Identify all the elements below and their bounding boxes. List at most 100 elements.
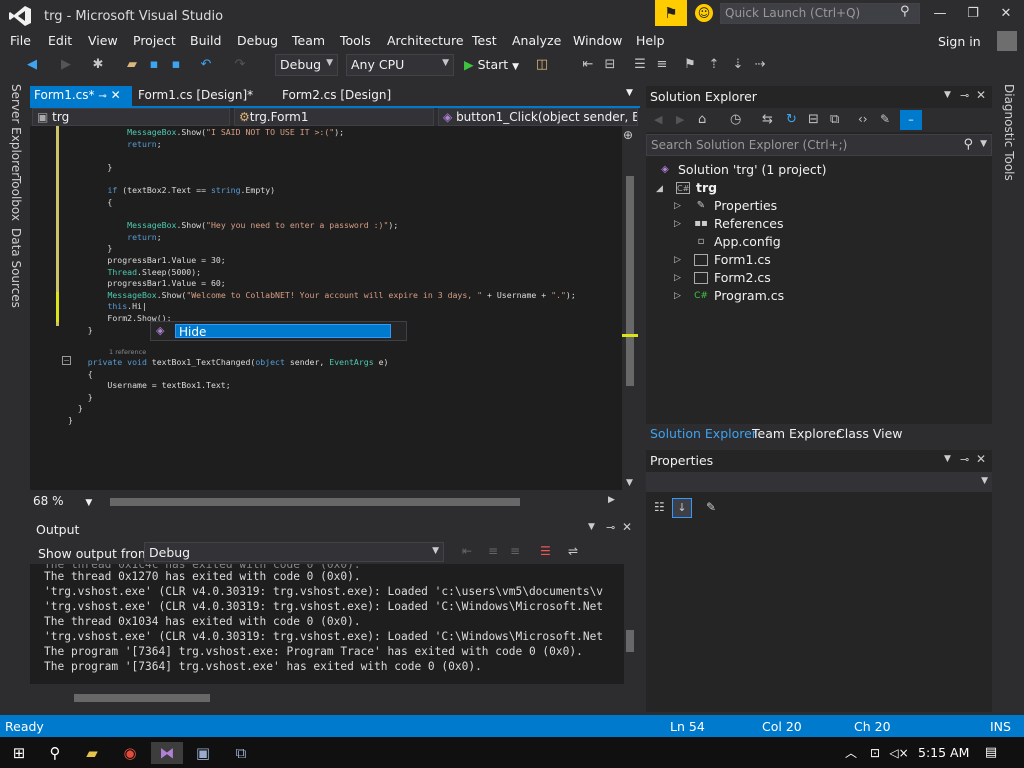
prev-bookmark-icon[interactable]: ⇡ [706, 57, 722, 73]
output-text[interactable]: The thread 0x1c4c has exited with code 0… [30, 564, 624, 684]
notifications-flag-icon[interactable]: ⚑ [655, 0, 687, 26]
visual-studio-taskbar-icon[interactable]: ⧓ [151, 742, 183, 764]
app-taskbar-icon[interactable]: ▣ [192, 742, 214, 764]
tab-class-view[interactable]: Class View [836, 426, 903, 441]
tab-form1-design[interactable]: Form1.cs [Design]* [134, 86, 257, 106]
alphabetical-icon[interactable]: ↓ [672, 498, 692, 518]
save-all-icon[interactable]: ▪ [168, 57, 184, 73]
collapse-toggle-icon[interactable]: − [62, 356, 71, 365]
menu-debug[interactable]: Debug [237, 33, 278, 48]
tree-item-references[interactable]: References [714, 216, 783, 231]
expand-arrow-icon[interactable]: ▷ [674, 273, 681, 283]
search-icon[interactable]: ⚲ [44, 742, 66, 764]
back-icon[interactable]: ◀ [654, 113, 662, 126]
quick-launch-input[interactable]: Quick Launch (Ctrl+Q) [720, 3, 920, 24]
tree-item-properties[interactable]: Properties [714, 198, 777, 213]
horizontal-scroll-thumb[interactable] [110, 498, 520, 506]
expand-arrow-icon[interactable]: ▷ [674, 219, 681, 229]
step-icon[interactable]: ⇤ [580, 57, 596, 73]
configuration-dropdown[interactable]: Debug ▼ [275, 54, 338, 76]
class-dropdown[interactable]: ⚙trg.Form1 [234, 108, 434, 126]
solution-search-input[interactable]: Search Solution Explorer (Ctrl+;) ⚲ ▼ [646, 134, 992, 156]
pin-icon[interactable]: ⊸ [606, 521, 615, 534]
close-button[interactable]: ✕ [993, 6, 1019, 24]
expand-arrow-icon[interactable]: ▷ [674, 291, 681, 301]
prev-message-icon[interactable]: ≡ [488, 544, 498, 558]
refresh-icon[interactable]: ↻ [786, 112, 797, 127]
property-pages-icon[interactable]: ✎ [706, 500, 716, 514]
show-hidden-icons-icon[interactable]: ︿ [840, 742, 862, 764]
windows-start-icon[interactable]: ⊞ [8, 742, 30, 764]
intellisense-popup[interactable]: ◈ Hide [150, 321, 407, 341]
redo-icon[interactable]: ↷ [232, 57, 248, 73]
split-icon[interactable]: ⊕ [623, 128, 633, 142]
menu-team[interactable]: Team [292, 33, 325, 48]
pin-icon[interactable]: ⊸ [960, 89, 969, 102]
find-message-icon[interactable]: ⇤ [462, 544, 472, 558]
app-taskbar-icon[interactable]: ⧉ [230, 742, 252, 764]
editor-vertical-scrollbar[interactable]: ⊕ ▼ [622, 126, 638, 490]
tree-item-form2[interactable]: Form2.cs [714, 270, 771, 285]
expand-arrow-icon[interactable]: ◢ [656, 184, 663, 194]
comment-icon[interactable]: ⊟ [602, 57, 618, 73]
minimize-button[interactable]: — [927, 6, 953, 24]
tab-form1-cs[interactable]: Form1.cs* ⊸ ✕ [30, 86, 132, 106]
chrome-icon[interactable]: ◉ [119, 742, 141, 764]
close-tab-icon[interactable]: ✕ [111, 88, 121, 102]
collapse-all-icon[interactable]: ⊟ [808, 112, 819, 127]
menu-test[interactable]: Test [472, 33, 497, 48]
chevron-down-icon[interactable]: ▼ [944, 90, 951, 100]
expand-arrow-icon[interactable]: ▷ [674, 255, 681, 265]
project-dropdown[interactable]: ▣ trg [32, 108, 230, 126]
pin-icon[interactable]: ⊸ [98, 91, 106, 102]
back-icon[interactable]: ◀ [24, 57, 40, 73]
account-avatar-icon[interactable] [997, 31, 1017, 51]
tab-form2-design[interactable]: Form2.cs [Design] [278, 86, 395, 106]
categorized-icon[interactable]: ☷ [654, 500, 665, 514]
close-icon[interactable]: ✕ [976, 452, 986, 466]
menu-project[interactable]: Project [133, 33, 176, 48]
preview-selected-icon[interactable]: – [900, 110, 922, 130]
menu-tools[interactable]: Tools [340, 33, 371, 48]
file-explorer-icon[interactable]: ▰ [81, 742, 103, 764]
clear-all-icon[interactable]: ☰ [540, 544, 551, 558]
volume-icon[interactable]: ◁× [888, 742, 910, 764]
scroll-right-icon[interactable]: ▶ [608, 495, 615, 505]
network-icon[interactable]: ⊡ [864, 742, 886, 764]
close-icon[interactable]: ✕ [976, 88, 986, 102]
menu-window[interactable]: Window [573, 33, 622, 48]
show-all-files-icon[interactable]: ⧉ [830, 112, 839, 127]
taskbar-clock[interactable]: 5:15 AM [918, 745, 969, 760]
menu-analyze[interactable]: Analyze [512, 33, 561, 48]
next-message-icon[interactable]: ≡ [510, 544, 520, 558]
word-wrap-icon[interactable]: ⇌ [568, 544, 578, 558]
tab-team-explorer[interactable]: Team Explorer [752, 426, 841, 441]
clear-bookmarks-icon[interactable]: ⇢ [752, 57, 768, 73]
tab-overflow-icon[interactable]: ▼ [622, 86, 637, 106]
feedback-smiley-icon[interactable]: ☺ [695, 4, 713, 22]
indent-icon[interactable]: ≡ [654, 57, 670, 73]
open-file-icon[interactable]: ▰ [124, 57, 140, 73]
tree-item-program[interactable]: Program.cs [714, 288, 784, 303]
toolbox-tab[interactable]: Toolbox [9, 176, 23, 221]
properties-wrench-icon[interactable]: ✎ [880, 112, 890, 126]
pending-changes-icon[interactable]: ◷ [730, 112, 741, 127]
reference-count[interactable]: 1 reference [109, 348, 146, 356]
solution-node[interactable]: Solution 'trg' (1 project) [678, 162, 827, 177]
menu-help[interactable]: Help [636, 33, 665, 48]
chevron-down-icon[interactable]: ▼ [944, 454, 951, 464]
tab-solution-explorer[interactable]: Solution Explorer [650, 426, 757, 441]
scroll-thumb[interactable] [626, 176, 634, 386]
code-text-area[interactable]: MessageBox.Show("I SAID NOT TO USE IT >:… [68, 126, 618, 490]
undo-icon[interactable]: ↶ [198, 57, 214, 73]
pin-icon[interactable]: ⊸ [960, 453, 969, 466]
menu-edit[interactable]: Edit [48, 33, 72, 48]
menu-architecture[interactable]: Architecture [387, 33, 464, 48]
next-bookmark-icon[interactable]: ⇣ [730, 57, 746, 73]
platform-dropdown[interactable]: Any CPU ▼ [346, 54, 454, 76]
action-center-icon[interactable]: ▤ [980, 742, 1002, 764]
sign-in-link[interactable]: Sign in [938, 34, 981, 49]
completion-item-hide[interactable]: Hide [175, 324, 391, 339]
diagnostic-tools-tab[interactable]: Diagnostic Tools [1002, 84, 1016, 181]
data-sources-tab[interactable]: Data Sources [9, 228, 23, 308]
